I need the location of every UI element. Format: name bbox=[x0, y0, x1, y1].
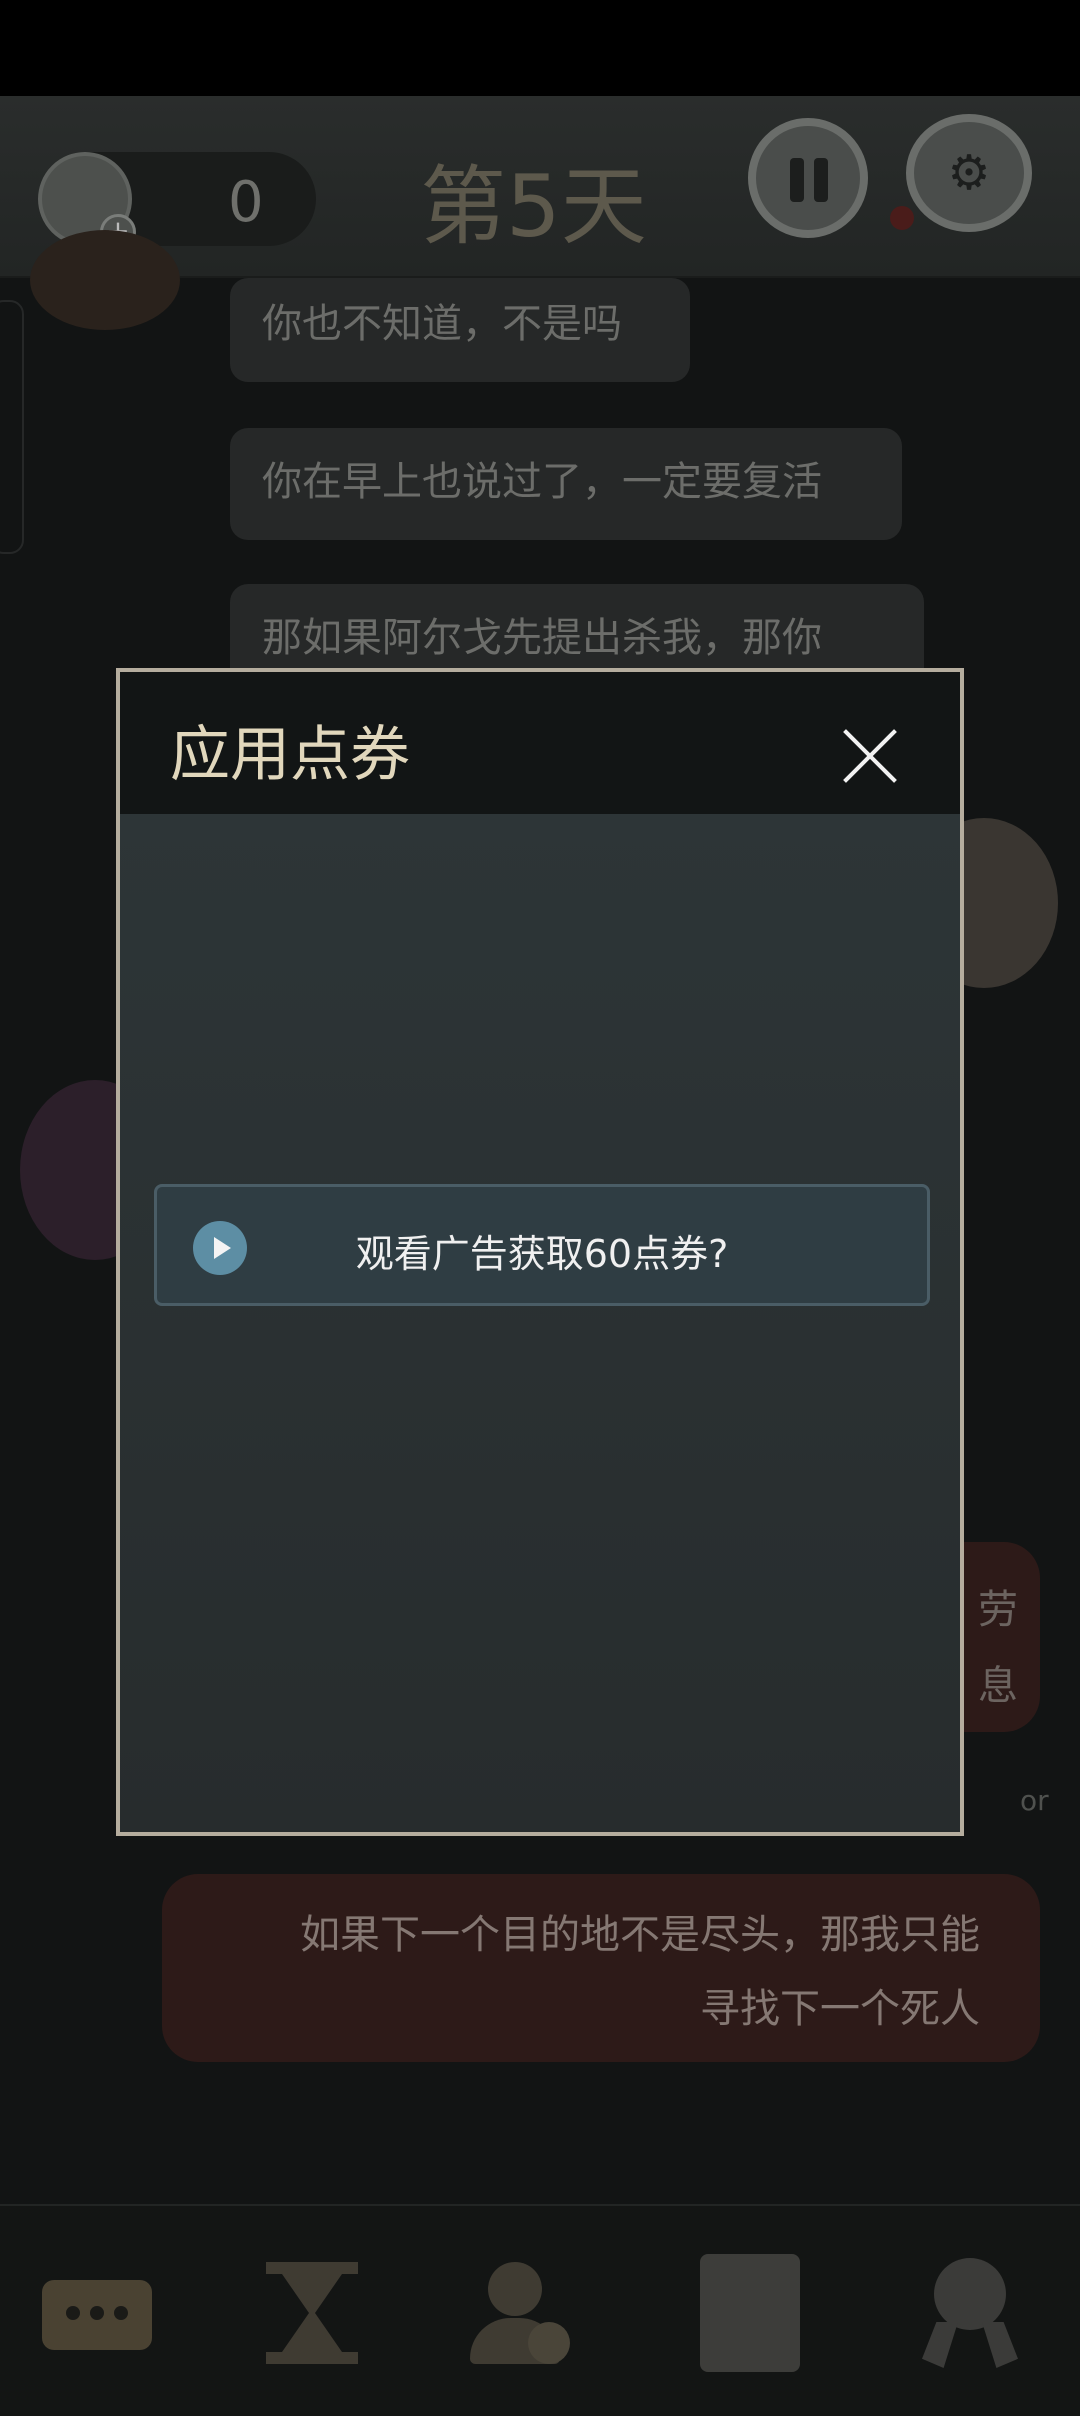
bottom-nav bbox=[0, 2204, 1080, 2416]
status-bar bbox=[0, 0, 1080, 96]
hourglass-icon[interactable] bbox=[252, 2252, 372, 2372]
book-icon[interactable] bbox=[686, 2252, 806, 2372]
avatar bbox=[30, 230, 180, 330]
pause-button[interactable] bbox=[748, 118, 868, 238]
close-icon[interactable] bbox=[840, 726, 900, 786]
chat-icon[interactable] bbox=[36, 2252, 156, 2372]
watch-ad-button[interactable]: 观看广告获取60点券? bbox=[154, 1184, 930, 1306]
notification-dot bbox=[890, 206, 914, 230]
modal-body: 观看广告获取60点券? bbox=[120, 814, 960, 1832]
side-tab[interactable] bbox=[0, 300, 24, 554]
settings-button[interactable]: ⚙ bbox=[906, 114, 1032, 232]
award-icon[interactable] bbox=[910, 2252, 1030, 2372]
pause-icon bbox=[790, 158, 804, 202]
chat-message-left: 你也不知道，不是吗 bbox=[230, 278, 690, 382]
modal-header: 应用点券 bbox=[120, 672, 960, 814]
day-title: 第5天 bbox=[420, 157, 647, 257]
chat-message-left: 你在早上也说过了，一定要复活 bbox=[230, 428, 902, 540]
modal-title: 应用点券 bbox=[170, 720, 410, 790]
watch-ad-label: 观看广告获取60点券? bbox=[355, 1232, 729, 1276]
gear-icon: ⚙ bbox=[947, 145, 991, 201]
chat-message-right: 如果下一个目的地不是尽头，那我只能 寻找下一个死人 bbox=[162, 1874, 1040, 2062]
ticket-modal: 应用点券 观看广告获取60点券? bbox=[116, 668, 964, 1836]
or-label: or bbox=[1020, 1784, 1049, 1817]
add-character-icon[interactable] bbox=[458, 2252, 578, 2372]
ticket-count: 0 bbox=[228, 170, 264, 235]
